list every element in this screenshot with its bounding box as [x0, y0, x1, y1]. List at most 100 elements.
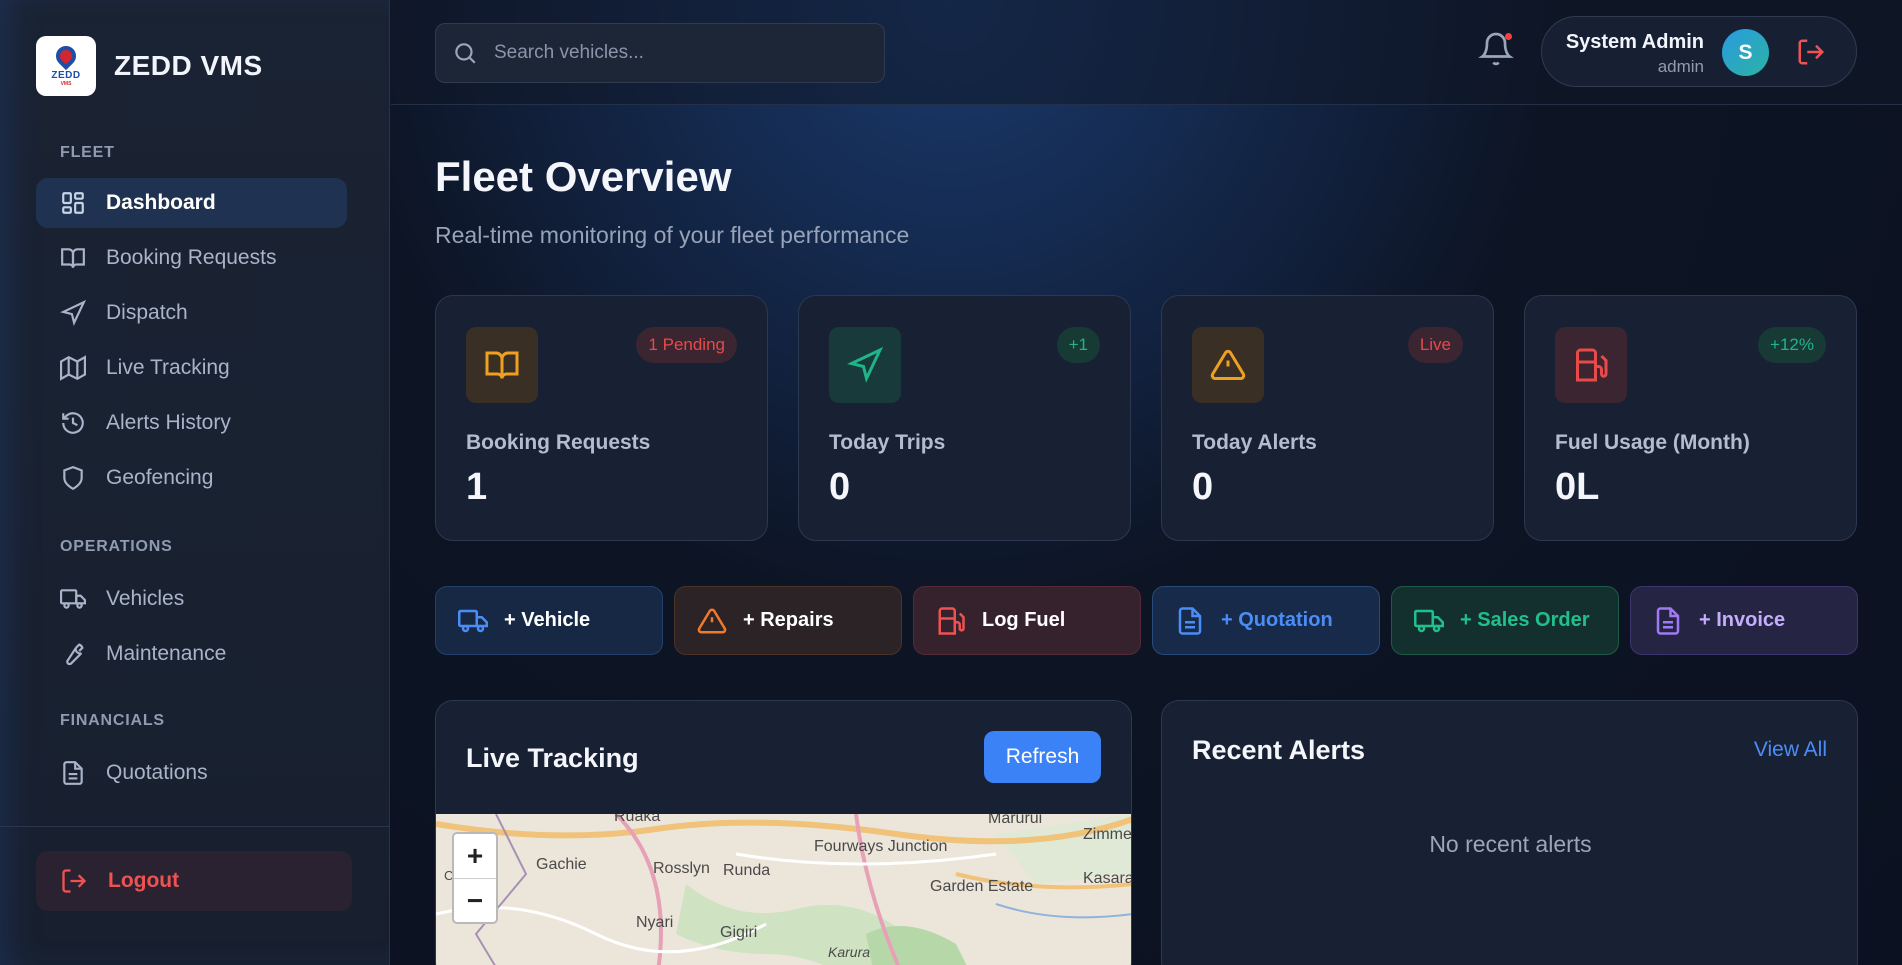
add-vehicle-button[interactable]: + Vehicle	[435, 586, 663, 655]
add-repairs-button[interactable]: + Repairs	[674, 586, 902, 655]
search-input[interactable]	[494, 42, 874, 64]
sidebar-item-dispatch[interactable]: Dispatch	[36, 288, 347, 338]
send-icon	[847, 347, 883, 383]
map-label: Karura	[828, 944, 871, 960]
empty-state-text: No recent alerts	[1429, 831, 1592, 857]
add-quotation-button[interactable]: + Quotation	[1152, 586, 1380, 655]
status-badge: 1 Pending	[636, 327, 737, 363]
sidebar-item-live-tracking[interactable]: Live Tracking	[36, 343, 347, 393]
brand-name: ZEDD VMS	[114, 50, 263, 81]
map-label: Ruaka	[614, 814, 661, 825]
wrench-icon	[66, 643, 84, 666]
stat-value: 0	[1192, 466, 1214, 508]
sidebar-logout-button[interactable]: Logout	[36, 851, 352, 911]
stat-card-today-trips[interactable]: +1 Today Trips 0	[798, 295, 1131, 541]
map-label: Gachie	[536, 856, 587, 873]
search-icon	[455, 43, 476, 64]
stat-card-fuel-usage[interactable]: +12% Fuel Usage (Month) 0L	[1524, 295, 1857, 541]
notifications-button[interactable]	[1478, 31, 1514, 67]
map-label: Marurui	[988, 814, 1043, 827]
stat-value: 0	[829, 466, 851, 508]
map-label: Runda	[723, 862, 771, 879]
view-all-link[interactable]: View All	[1754, 738, 1827, 762]
warning-icon	[1210, 349, 1246, 380]
sidebar-item-alerts-history[interactable]: Alerts History	[36, 398, 347, 448]
document-icon	[63, 761, 83, 785]
sidebar-item-maintenance[interactable]: Maintenance	[36, 629, 347, 679]
map-zoom-control: + −	[452, 832, 498, 924]
panel-title: Live Tracking	[466, 743, 639, 773]
nav-section-operations: OPERATIONS	[60, 538, 173, 555]
truck-icon	[60, 589, 86, 609]
book-open-icon	[485, 351, 519, 379]
status-badge: +12%	[1758, 327, 1826, 363]
truck-icon	[458, 609, 488, 632]
sidebar-divider	[0, 826, 390, 827]
refresh-button[interactable]: Refresh	[984, 731, 1101, 783]
page-subtitle: Real-time monitoring of your fleet perfo…	[435, 222, 910, 248]
user-role: admin	[1657, 57, 1704, 76]
location-pin-icon	[51, 41, 81, 70]
add-sales-order-button[interactable]: + Sales Order	[1391, 586, 1619, 655]
map-label: Zimme	[1083, 826, 1132, 843]
stat-icon-box	[829, 327, 901, 403]
action-label: + Repairs	[743, 609, 834, 631]
logout-icon[interactable]	[1796, 37, 1826, 67]
search-box[interactable]	[435, 23, 885, 83]
panel-title: Recent Alerts	[1192, 735, 1366, 765]
send-icon	[60, 300, 86, 326]
stat-value: 1	[466, 466, 488, 508]
user-menu[interactable]: System Admin admin S	[1541, 16, 1857, 87]
avatar[interactable]: S	[1722, 29, 1769, 76]
stat-label: Today Alerts	[1192, 431, 1317, 454]
warning-icon	[697, 607, 727, 633]
stat-card-today-alerts[interactable]: Live Today Alerts 0	[1161, 295, 1494, 541]
stat-icon-box	[1555, 327, 1627, 403]
stat-value: 0L	[1555, 466, 1600, 508]
user-name: System Admin	[1565, 31, 1704, 53]
live-map[interactable]: Ruaka Marurui Zimme Fourways Junction Ga…	[436, 814, 1132, 965]
action-label: + Sales Order	[1460, 609, 1590, 631]
dashboard-icon	[62, 192, 84, 214]
notification-dot	[1505, 33, 1512, 40]
action-label: + Vehicle	[504, 609, 591, 631]
logo-wordmark: ZEDD	[51, 69, 81, 81]
nav-section-fleet: FLEET	[60, 144, 115, 161]
sidebar-item-quotations[interactable]: Quotations	[36, 748, 347, 798]
brand-logo: ZEDD VMS	[36, 36, 96, 96]
sidebar-item-dashboard[interactable]: Dashboard	[36, 178, 347, 228]
stat-label: Booking Requests	[466, 431, 651, 454]
status-badge: +1	[1056, 327, 1100, 363]
log-fuel-button[interactable]: Log Fuel	[913, 586, 1141, 655]
sidebar-item-label: Quotations	[106, 761, 208, 784]
book-open-icon	[61, 248, 85, 268]
map-icon	[60, 355, 86, 381]
sidebar-item-label: Dispatch	[106, 301, 188, 324]
stat-label: Fuel Usage (Month)	[1555, 431, 1750, 454]
sidebar-item-label: Dashboard	[106, 191, 216, 214]
sidebar-item-label: Geofencing	[106, 466, 214, 489]
page-title: Fleet Overview	[435, 153, 732, 200]
action-label: + Quotation	[1221, 609, 1333, 631]
sidebar-item-booking-requests[interactable]: Booking Requests	[36, 233, 347, 283]
stat-icon-box	[1192, 327, 1264, 403]
map-label: Garden Estate	[930, 878, 1034, 895]
brand[interactable]: ZEDD VMS ZEDD VMS	[36, 36, 263, 96]
live-tracking-panel: Live Tracking Refresh Ruaka Marurui Zimm…	[435, 700, 1132, 965]
add-invoice-button[interactable]: + Invoice	[1630, 586, 1858, 655]
sidebar-item-vehicles[interactable]: Vehicles	[36, 574, 347, 624]
sidebar-item-label: Alerts History	[106, 411, 231, 434]
stat-card-booking-requests[interactable]: 1 Pending Booking Requests 1	[435, 295, 768, 541]
logout-label: Logout	[108, 869, 180, 892]
action-label: Log Fuel	[982, 609, 1066, 631]
sidebar-item-label: Booking Requests	[106, 246, 277, 269]
stat-icon-box	[466, 327, 538, 403]
sidebar-item-label: Maintenance	[106, 642, 227, 665]
zoom-in-button[interactable]: +	[454, 834, 496, 878]
zoom-out-button[interactable]: −	[454, 878, 496, 922]
map-label: Rosslyn	[653, 860, 710, 877]
sidebar-item-geofencing[interactable]: Geofencing	[36, 453, 347, 503]
sidebar: ZEDD VMS ZEDD VMS FLEET Dashboard Bookin…	[0, 0, 390, 965]
fuel-icon	[1576, 348, 1608, 382]
fuel-icon	[938, 606, 965, 635]
